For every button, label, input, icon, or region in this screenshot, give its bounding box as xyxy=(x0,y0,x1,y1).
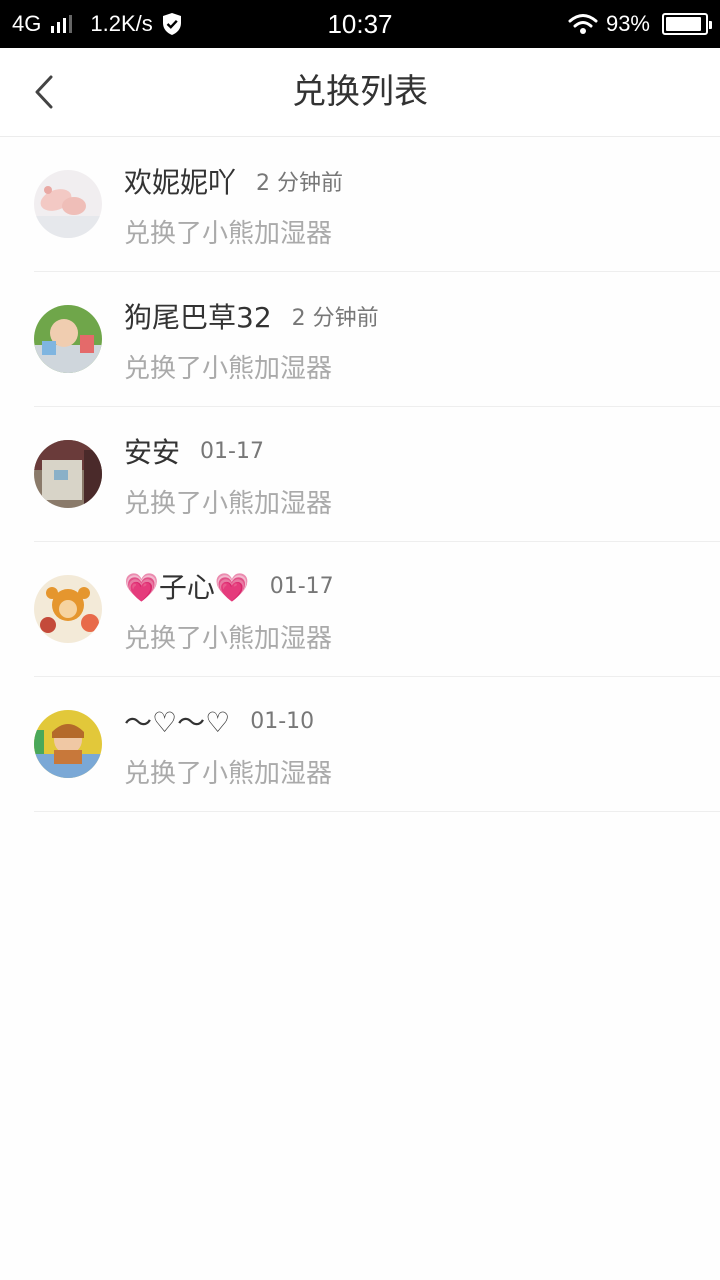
avatar-image xyxy=(34,440,102,508)
avatar-image xyxy=(34,710,102,778)
nav-header: 兑换列表 xyxy=(0,48,720,137)
timestamp: 2 分钟前 xyxy=(256,171,344,196)
timestamp: 01-17 xyxy=(200,438,264,464)
list-item[interactable]: 狗尾巴草32 2 分钟前 兑换了小熊加湿器 xyxy=(0,272,720,407)
exchange-list: 欢妮妮吖 2 分钟前 兑换了小熊加湿器 狗尾巴草32 2 分钟前 兑换了小熊加湿… xyxy=(0,137,720,812)
list-item[interactable]: 💗子心💗 01-17 兑换了小熊加湿器 xyxy=(0,542,720,677)
page-title: 兑换列表 xyxy=(292,72,428,112)
battery-fill xyxy=(666,17,702,31)
list-item[interactable]: 安安 01-17 兑换了小熊加湿器 xyxy=(0,407,720,542)
avatar[interactable] xyxy=(34,440,102,508)
user-name: 💗子心💗 xyxy=(124,571,250,604)
exchange-description: 兑换了小熊加湿器 xyxy=(124,219,333,249)
timestamp: 01-17 xyxy=(269,573,334,599)
avatar[interactable] xyxy=(34,305,102,373)
battery-icon xyxy=(662,13,712,35)
timestamp: 01-10 xyxy=(250,708,315,734)
battery-percent: 93% xyxy=(605,11,650,36)
status-bar: 4G 1.2K/s 10:37 93% xyxy=(0,0,720,48)
exchange-description: 兑换了小熊加湿器 xyxy=(124,489,333,519)
user-name: 安安 xyxy=(124,436,181,469)
avatar[interactable] xyxy=(34,710,102,778)
timestamp: 2 分钟前 xyxy=(291,306,379,331)
avatar-image xyxy=(34,170,102,238)
user-name: 狗尾巴草32 xyxy=(124,301,272,334)
user-name: ～♡～♡ xyxy=(124,706,231,739)
avatar-image xyxy=(34,575,102,643)
avatar[interactable] xyxy=(34,575,102,643)
user-name: 欢妮妮吖 xyxy=(124,166,237,199)
list-item[interactable]: ～♡～♡ 01-10 兑换了小熊加湿器 xyxy=(0,677,720,812)
avatar[interactable] xyxy=(34,170,102,238)
list-item[interactable]: 欢妮妮吖 2 分钟前 兑换了小熊加湿器 xyxy=(0,137,720,272)
wifi-icon xyxy=(568,14,598,34)
avatar-image xyxy=(34,305,102,373)
exchange-description: 兑换了小熊加湿器 xyxy=(124,759,333,789)
exchange-description: 兑换了小熊加湿器 xyxy=(124,354,333,384)
status-right: 93% xyxy=(568,0,712,48)
exchange-description: 兑换了小熊加湿器 xyxy=(124,624,333,654)
